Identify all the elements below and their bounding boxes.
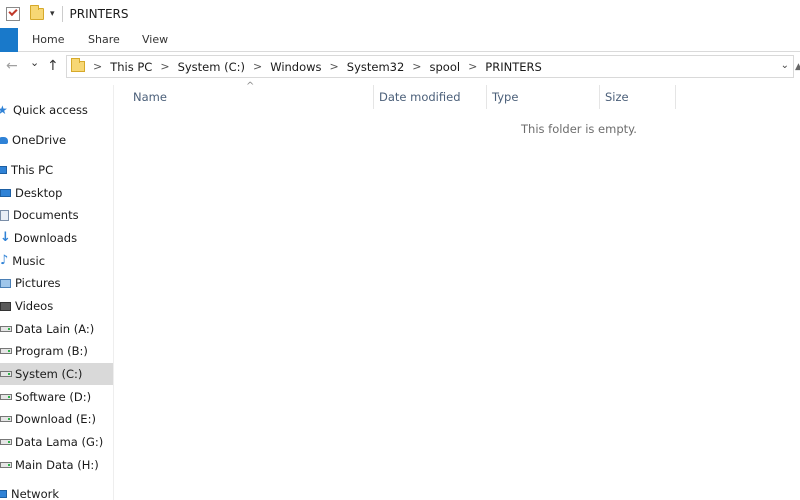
nav-quick-access[interactable]: ★ Quick access (0, 99, 113, 121)
address-dropdown-icon[interactable]: ⌄ (781, 60, 789, 71)
nav-documents[interactable]: Documents (0, 204, 113, 226)
sort-ascending-icon: ^ (246, 81, 255, 92)
tab-view[interactable]: View (142, 33, 168, 46)
nav-drive-a[interactable]: Data Lain (A:) (0, 318, 113, 340)
nav-label: Documents (13, 208, 79, 222)
nav-label: Download (E:) (15, 412, 96, 426)
network-icon (0, 490, 7, 498)
column-header-type[interactable]: Type (492, 85, 518, 109)
column-divider[interactable] (675, 85, 676, 109)
column-header-size[interactable]: Size (605, 85, 629, 109)
window-title: PRINTERS (69, 7, 129, 21)
breadcrumb-windows[interactable]: Windows (270, 60, 321, 74)
title-divider (61, 6, 63, 22)
nav-label: Data Lama (G:) (15, 435, 104, 449)
ribbon-expand-icon[interactable]: ▲ (795, 62, 800, 72)
nav-label: Main Data (H:) (15, 458, 99, 472)
up-icon[interactable]: ↑ (47, 58, 59, 74)
nav-desktop[interactable]: Desktop (0, 182, 113, 204)
breadcrumb-separator[interactable]: > (412, 60, 421, 73)
nav-onedrive[interactable]: OneDrive (0, 129, 113, 151)
file-tab[interactable] (0, 28, 18, 52)
nav-label: This PC (11, 163, 54, 177)
nav-label: Videos (15, 299, 54, 313)
breadcrumb-system-c[interactable]: System (C:) (178, 60, 245, 74)
download-icon: ↓ (0, 230, 11, 245)
breadcrumb-separator[interactable]: > (253, 60, 262, 73)
back-icon[interactable]: ← (6, 58, 18, 74)
nav-drive-c[interactable]: System (C:) (0, 363, 113, 385)
computer-icon (0, 166, 7, 174)
nav-drive-b[interactable]: Program (B:) (0, 340, 113, 362)
nav-drive-g[interactable]: Data Lama (G:) (0, 431, 113, 453)
drive-icon (0, 371, 12, 377)
drive-icon (0, 348, 12, 354)
nav-label: Music (12, 254, 46, 268)
recent-locations-icon[interactable]: ⌄ (30, 56, 39, 69)
nav-this-pc[interactable]: This PC (0, 159, 113, 181)
nav-label: Network (11, 487, 60, 500)
nav-videos[interactable]: Videos (0, 295, 113, 317)
file-list: ^ Name Date modified Type Size This fold… (115, 81, 800, 500)
cloud-icon (0, 136, 8, 144)
nav-music[interactable]: ♪ Music (0, 250, 113, 272)
documents-icon (0, 209, 9, 221)
column-divider[interactable] (373, 85, 374, 109)
nav-label: OneDrive (12, 133, 67, 147)
customize-quick-access-dropdown[interactable]: ▾ (50, 9, 55, 19)
new-folder-icon[interactable] (30, 5, 44, 20)
nav-pictures[interactable]: Pictures (0, 272, 113, 294)
nav-label: Quick access (13, 103, 88, 117)
properties-checkmark-icon[interactable] (6, 6, 20, 21)
tab-home[interactable]: Home (32, 33, 64, 46)
nav-drive-e[interactable]: Download (E:) (0, 408, 113, 430)
drive-icon (0, 462, 12, 468)
breadcrumb-separator[interactable]: > (330, 60, 339, 73)
nav-label: System (C:) (15, 367, 83, 381)
column-header-name[interactable]: Name (133, 85, 167, 109)
nav-drive-d[interactable]: Software (D:) (0, 386, 113, 408)
ribbon-tabs: Home Share View (0, 28, 800, 52)
drive-icon (0, 394, 12, 400)
nav-label: Downloads (13, 231, 78, 245)
drive-icon (0, 439, 12, 445)
desktop-icon (0, 189, 11, 197)
drive-icon (0, 416, 12, 422)
column-divider[interactable] (486, 85, 487, 109)
folder-icon (71, 58, 85, 72)
pictures-icon (0, 278, 11, 288)
music-icon: ♪ (0, 253, 9, 268)
nav-label: Pictures (15, 276, 61, 290)
breadcrumb-separator[interactable]: > (160, 60, 169, 73)
breadcrumb-separator[interactable]: > (468, 60, 477, 73)
nav-label: Program (B:) (15, 344, 88, 358)
videos-icon (0, 301, 11, 311)
breadcrumb-system32[interactable]: System32 (347, 60, 405, 74)
breadcrumb-spool[interactable]: spool (430, 60, 461, 74)
drive-icon (0, 326, 12, 332)
navigation-bar: ← ⌄ ↑ > This PC > System (C:) > Windows … (0, 53, 800, 81)
column-header-date-modified[interactable]: Date modified (379, 85, 461, 109)
navigation-pane: ★ Quick access OneDrive This PC Desktop … (0, 85, 114, 500)
nav-downloads[interactable]: ↓ Downloads (0, 227, 113, 249)
nav-drive-h[interactable]: Main Data (H:) (0, 454, 113, 476)
nav-label: Desktop (15, 186, 63, 200)
breadcrumb-separator[interactable]: > (93, 60, 102, 73)
star-icon: ★ (0, 103, 8, 117)
nav-label: Data Lain (A:) (15, 322, 95, 336)
nav-network[interactable]: Network (0, 483, 113, 500)
breadcrumb-printers[interactable]: PRINTERS (485, 60, 542, 74)
column-divider[interactable] (599, 85, 600, 109)
empty-folder-message: This folder is empty. (521, 122, 637, 136)
address-bar[interactable]: > This PC > System (C:) > Windows > Syst… (66, 55, 794, 78)
nav-label: Software (D:) (15, 390, 92, 404)
title-bar: ▾ PRINTERS (0, 0, 800, 28)
tab-share[interactable]: Share (88, 33, 120, 46)
breadcrumb-this-pc[interactable]: This PC (110, 60, 152, 74)
